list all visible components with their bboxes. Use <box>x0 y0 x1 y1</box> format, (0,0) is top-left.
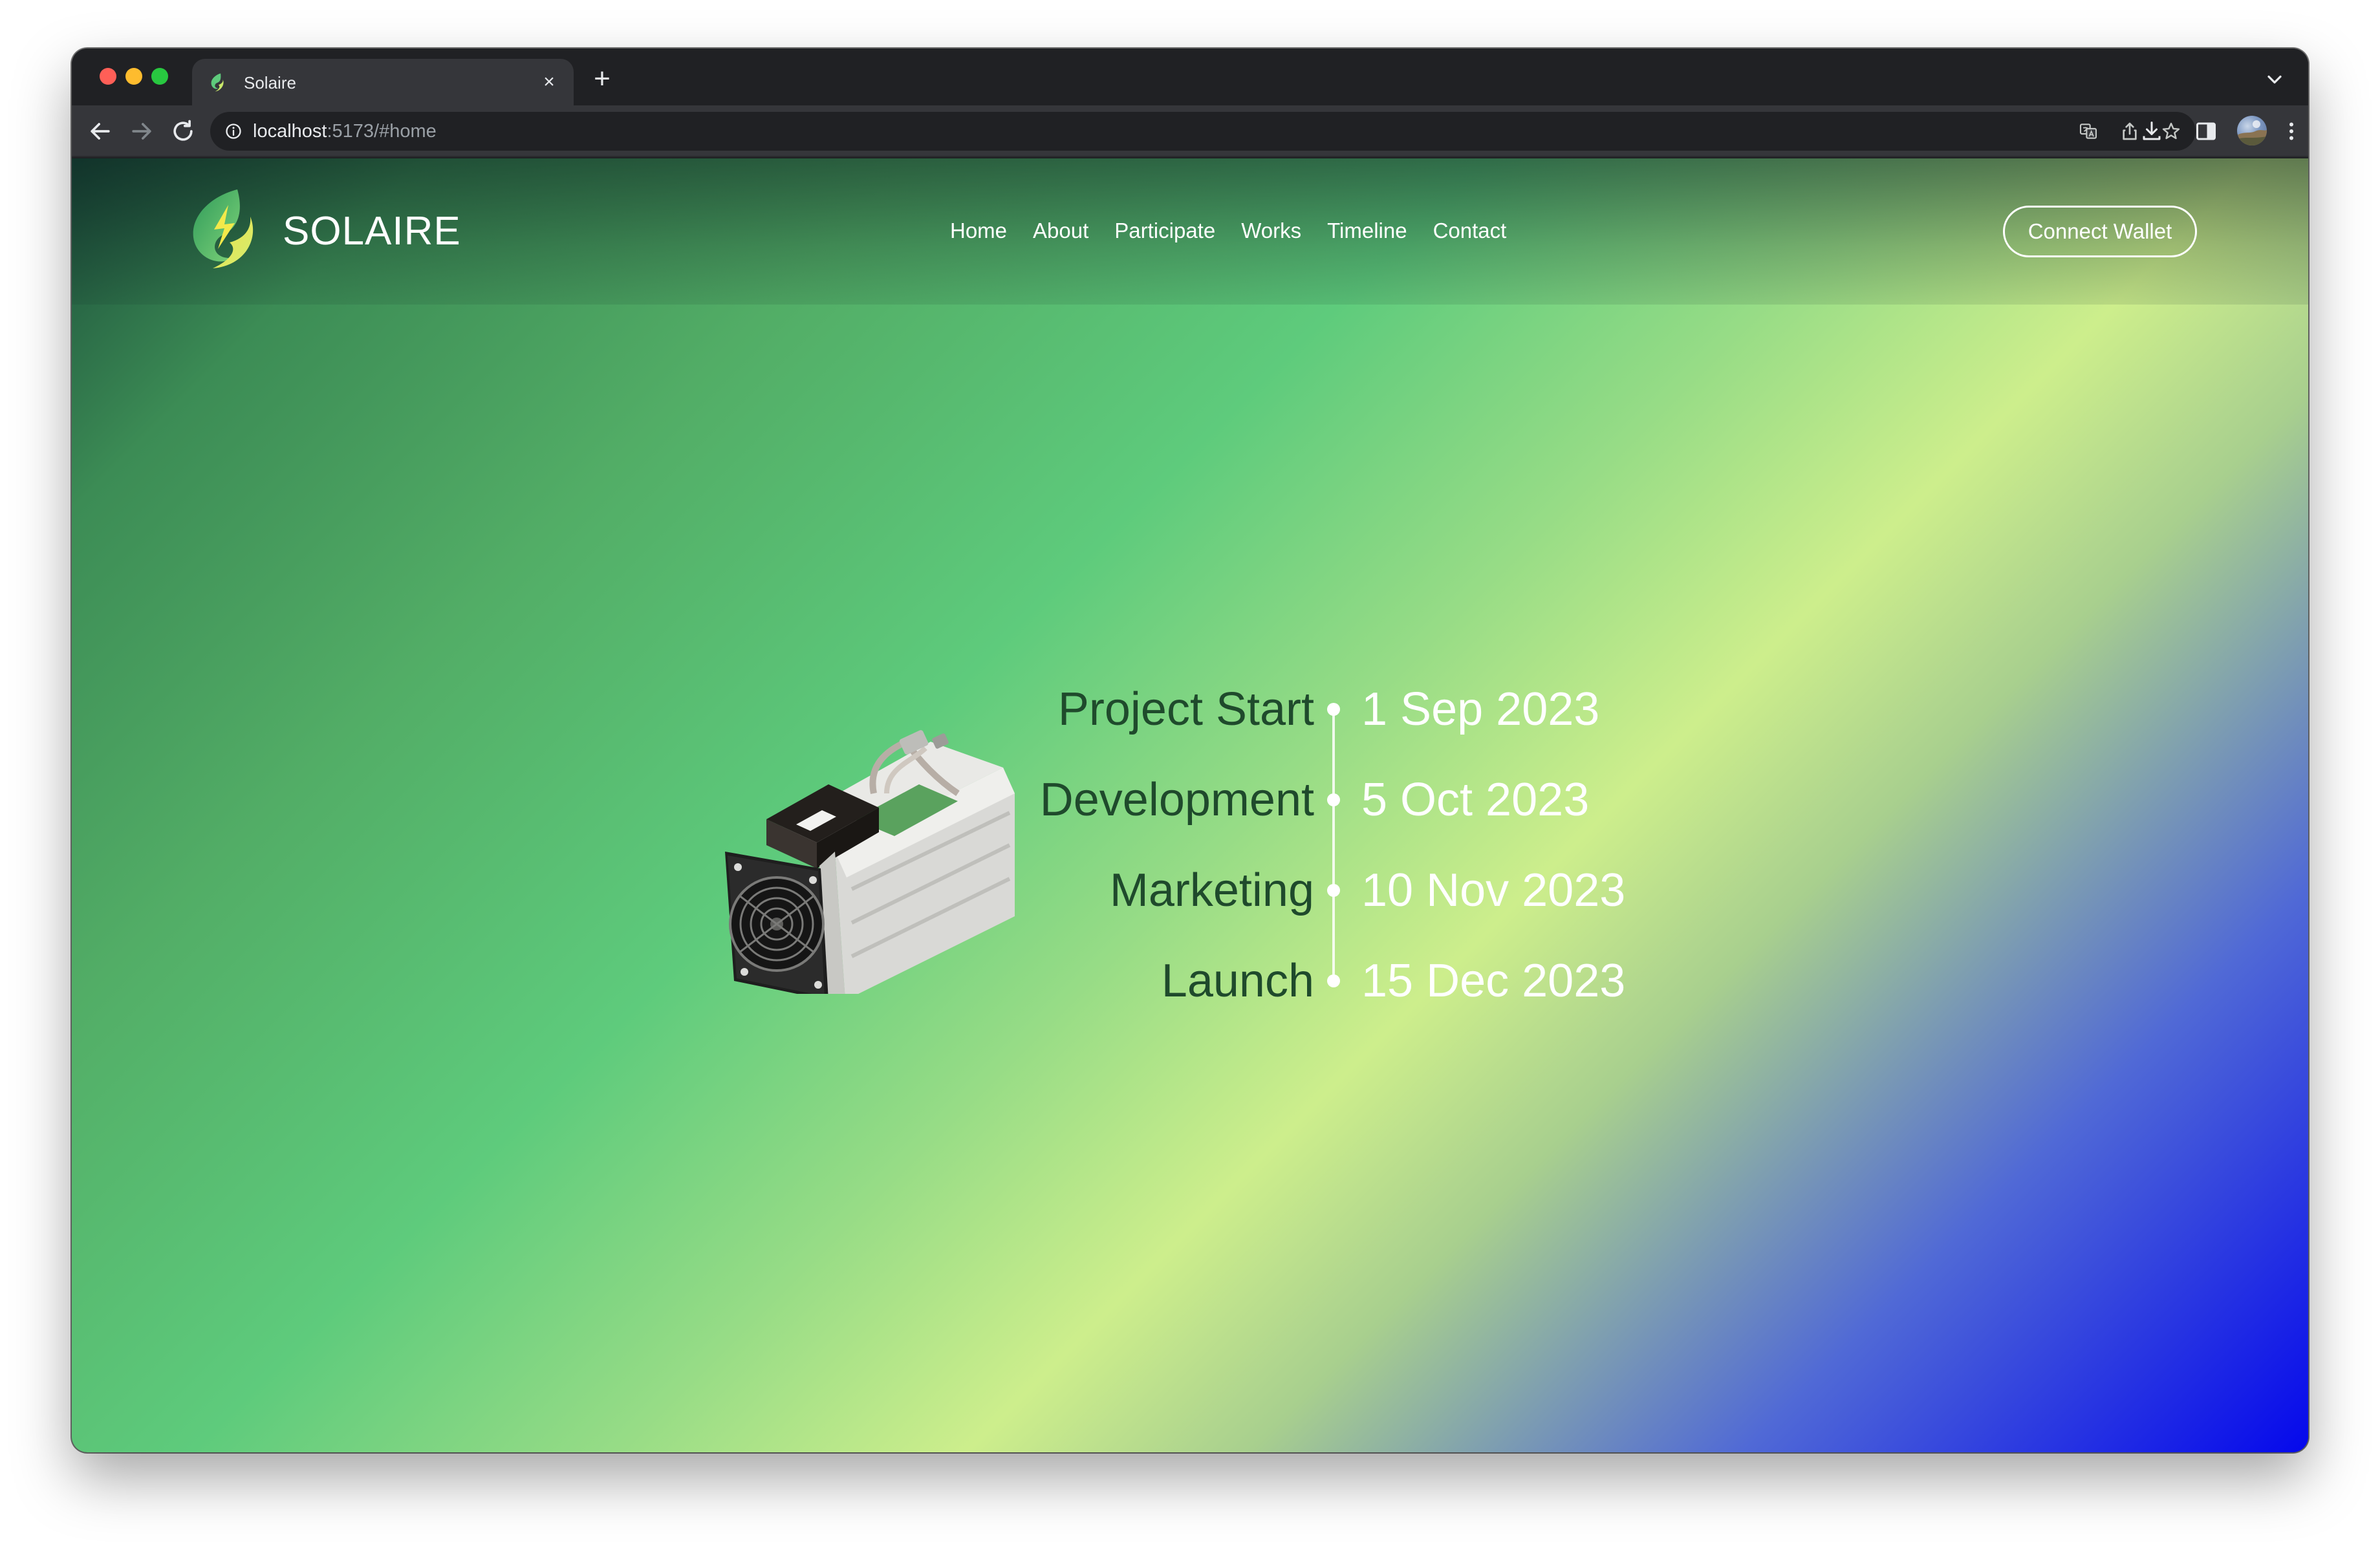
timeline-label: Launch <box>1161 955 1314 1007</box>
star-icon[interactable] <box>2161 121 2181 142</box>
arrow-right-icon[interactable] <box>127 117 156 145</box>
timeline-date: 10 Nov 2023 <box>1361 865 1626 916</box>
timeline-item: Project Start 1 Sep 2023 <box>72 680 2308 738</box>
timeline-item: Development 5 Oct 2023 <box>72 771 2308 829</box>
timeline-dot <box>1327 884 1340 897</box>
tab-close-icon[interactable]: × <box>537 70 561 94</box>
chevron-down-icon[interactable] <box>2263 68 2286 91</box>
kebab-menu-icon[interactable] <box>2280 120 2303 143</box>
minimize-window-button[interactable] <box>125 68 142 85</box>
timeline-item: Marketing 10 Nov 2023 <box>72 861 2308 919</box>
tab-title: Solaire <box>244 73 296 92</box>
project-timeline: Project Start 1 Sep 2023 Development 5 O… <box>72 158 2308 1452</box>
share-icon[interactable] <box>2119 121 2140 142</box>
page-viewport: SOLAIRE Home About Participate Works Tim… <box>72 158 2308 1452</box>
arrow-left-icon[interactable] <box>86 117 114 145</box>
timeline-label: Marketing <box>1109 865 1314 916</box>
timeline-label: Development <box>1039 774 1314 826</box>
translate-icon[interactable] <box>2078 121 2099 142</box>
browser-window: Solaire × + localhost:5173/#home SOLAIRE… <box>72 48 2308 1452</box>
timeline-item: Launch 15 Dec 2023 <box>72 952 2308 1010</box>
solaire-favicon-icon <box>211 73 224 92</box>
info-circle-icon[interactable] <box>224 122 243 140</box>
profile-avatar[interactable] <box>2237 116 2267 145</box>
tab-strip: Solaire × + <box>72 48 2308 105</box>
close-window-button[interactable] <box>100 68 116 85</box>
browser-toolbar: localhost:5173/#home <box>72 105 2308 157</box>
timeline-date: 15 Dec 2023 <box>1361 955 1626 1007</box>
address-bar[interactable]: localhost:5173/#home <box>210 112 2196 151</box>
timeline-label: Project Start <box>1057 683 1314 735</box>
url-text[interactable]: localhost:5173/#home <box>253 120 437 142</box>
new-tab-button[interactable]: + <box>589 65 615 93</box>
tab-solaire[interactable]: Solaire × <box>192 59 574 105</box>
zoom-window-button[interactable] <box>151 68 168 85</box>
timeline-dot <box>1327 793 1340 806</box>
download-icon[interactable] <box>2140 120 2163 143</box>
timeline-date: 1 Sep 2023 <box>1361 683 1600 735</box>
reload-icon[interactable] <box>169 117 197 145</box>
timeline-dot <box>1327 974 1340 987</box>
timeline-date: 5 Oct 2023 <box>1361 774 1590 826</box>
timeline-dot <box>1327 703 1340 716</box>
side-panel-icon[interactable] <box>2194 120 2218 143</box>
timeline-line <box>1332 705 1335 980</box>
